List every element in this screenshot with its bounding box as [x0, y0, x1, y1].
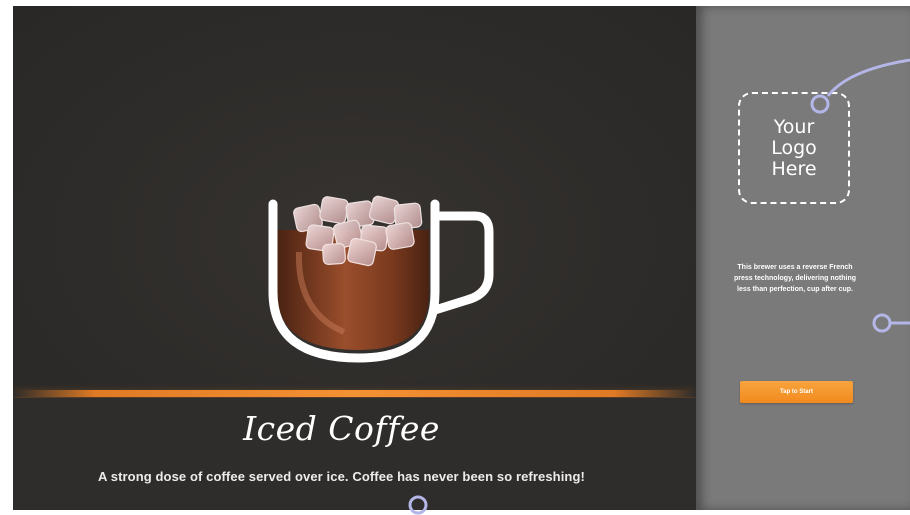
- logo-placeholder-text: Your Logo Here: [771, 115, 817, 180]
- tap-to-start-button[interactable]: Tap to Start: [740, 381, 853, 403]
- product-hero: [13, 6, 696, 391]
- iced-coffee-cup-icon: [268, 195, 494, 363]
- brewer-description: This brewer uses a reverse French press …: [734, 264, 856, 293]
- sidebar-panel: [696, 6, 910, 510]
- product-description: A strong dose of coffee served over ice.…: [98, 469, 585, 484]
- accent-divider: [13, 390, 696, 397]
- logo-placeholder: Your Logo Here: [738, 92, 850, 204]
- product-title: Iced Coffee: [243, 409, 440, 448]
